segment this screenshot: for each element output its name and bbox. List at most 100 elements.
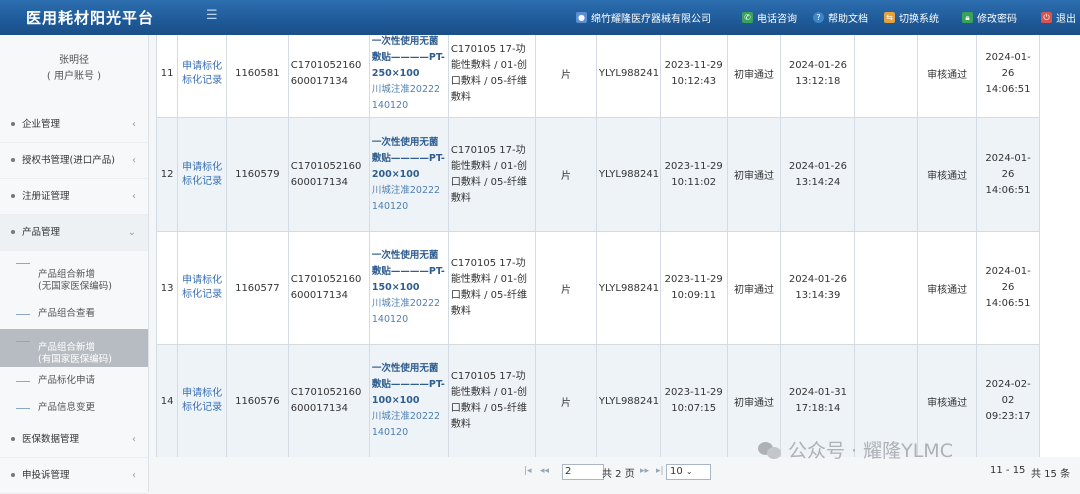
- review-time: 2024-01-26 14:06:51: [976, 35, 1040, 118]
- bullet-icon: [11, 122, 15, 126]
- row-number: 11: [156, 35, 179, 118]
- review-status: 审核通过: [917, 117, 978, 232]
- apply-standardize-link[interactable]: 申请标化标化记录: [177, 117, 227, 232]
- table-row: 11 申请标化标化记录 1160581 C1701052160600017134 一次性…: [156, 35, 1040, 118]
- table-row: 13 申请标化标化记录 1160577 C1701052160600017134 一次性…: [156, 231, 1040, 345]
- total-pages: 共 2 页: [602, 469, 635, 480]
- insurance-code: YLYL988241: [595, 231, 661, 345]
- watermark: 公众号 · 耀隆YLMC: [758, 436, 953, 463]
- user-name: 张明径: [59, 55, 89, 66]
- first-review-status: 初审通过: [726, 35, 782, 118]
- product-code: C1701052160600017134: [287, 117, 370, 232]
- page-number-input[interactable]: 2: [562, 464, 604, 480]
- registration-number: 川城注准20222140120: [371, 298, 441, 325]
- sidebar-subitem-info-change[interactable]: 产品信息变更: [0, 395, 148, 422]
- chevron-left-icon: ‹: [132, 470, 136, 481]
- product-id: 1160577: [225, 231, 289, 345]
- user-icon: ●: [576, 12, 587, 23]
- first-review-status: 初审通过: [726, 231, 782, 345]
- first-review-time: 2024-01-26 13:12:18: [780, 35, 856, 118]
- next-page-icon[interactable]: ▸▸: [640, 466, 649, 476]
- registration-number: 川城注准20222140120: [371, 83, 441, 111]
- submit-time: 2023-11-29 10:12:43: [659, 35, 728, 118]
- empty-cell: [854, 35, 919, 118]
- help-doc-link[interactable]: ? 帮助文档: [813, 10, 868, 25]
- chevron-down-icon: ⌄: [127, 227, 136, 238]
- product-name-cell: 一次性使用无菌敷贴————PT-150×100 川城注准20222140120: [368, 231, 449, 345]
- sidebar-item-authorization[interactable]: 授权书管理(进口产品) ‹: [0, 143, 148, 179]
- product-table: 11 申请标化标化记录 1160581 C1701052160600017134 一次性…: [156, 35, 1040, 457]
- chevron-left-icon: ‹: [132, 119, 136, 130]
- category: C170105 17-功能性敷料 / 01-创口敷料 / 05-纤维敷料: [447, 35, 537, 118]
- apply-standardize-link[interactable]: 申请标化标化记录: [177, 35, 227, 118]
- record-range: 11 - 15: [990, 465, 1026, 476]
- sidebar-item-complaints[interactable]: 申投诉管理 ‹: [0, 458, 148, 494]
- bullet-icon: [11, 437, 15, 441]
- page-size-select[interactable]: 10 ⌄: [666, 464, 711, 480]
- product-id: 1160579: [225, 117, 289, 232]
- switch-system-link[interactable]: ⇆ 切换系统: [884, 10, 939, 25]
- bullet-icon: [11, 473, 15, 477]
- chevron-left-icon: ‹: [132, 434, 136, 445]
- top-header: 医用耗材阳光平台 ☰ ● 绵竹耀隆医疗器械有限公司 ✆ 电话咨询 ? 帮助文档 …: [0, 0, 1080, 35]
- company-name: 绵竹耀隆医疗器械有限公司: [591, 14, 711, 25]
- sidebar-subitem-combo-add-no-code[interactable]: 产品组合新增 (无国家医保编码): [0, 251, 148, 299]
- review-status: 审核通过: [917, 35, 978, 118]
- product-id: 1160576: [225, 344, 289, 457]
- product-name-cell: 一次性使用无菌敷贴————PT-200×100 川城注准20222140120: [368, 117, 449, 232]
- unit: 片: [535, 231, 597, 345]
- insurance-code: YLYL988241: [595, 344, 661, 457]
- product-submenu: 产品组合新增 (无国家医保编码) 产品组合查看 产品组合新增 (有国家医保编码)…: [0, 251, 148, 422]
- apply-standardize-link[interactable]: 申请标化标化记录: [177, 344, 227, 457]
- logout-link[interactable]: ⏻ 退出: [1041, 10, 1076, 25]
- category: C170105 17-功能性敷料 / 01-创口敷料 / 05-纤维敷料: [447, 231, 537, 345]
- phone-icon: ✆: [742, 12, 753, 23]
- record-total: 共 15 条: [1031, 469, 1071, 480]
- product-name: 一次性使用无菌敷贴————PT-150×100: [371, 250, 445, 293]
- apply-standardize-link[interactable]: 申请标化标化记录: [177, 231, 227, 345]
- review-time: 2024-02-02 09:23:17: [976, 344, 1040, 457]
- app-title: 医用耗材阳光平台: [26, 9, 155, 27]
- chevron-down-icon: ⌄: [685, 467, 693, 476]
- product-code: C1701052160600017134: [287, 231, 370, 345]
- sidebar-item-insurance-data[interactable]: 医保数据管理 ‹: [0, 422, 148, 458]
- bullet-icon: [11, 194, 15, 198]
- category: C170105 17-功能性敷料 / 01-创口敷料 / 05-纤维敷料: [447, 117, 537, 232]
- sidebar-item-enterprise[interactable]: 企业管理 ‹: [0, 107, 148, 143]
- bullet-icon: [11, 158, 15, 162]
- product-id: 1160581: [225, 35, 289, 118]
- first-page-icon[interactable]: |◂: [524, 466, 532, 476]
- product-code: C1701052160600017134: [287, 35, 370, 118]
- change-password-link[interactable]: 🔒︎ 修改密码: [962, 10, 1017, 25]
- sidebar-subitem-combo-add-with-code[interactable]: 产品组合新增 (有国家医保编码): [0, 329, 148, 367]
- review-time: 2024-01-26 14:06:51: [976, 231, 1040, 345]
- row-number: 14: [156, 344, 179, 457]
- registration-number: 川城注准20222140120: [371, 184, 441, 212]
- last-page-icon[interactable]: ▸|: [656, 466, 664, 476]
- bullet-icon: [11, 230, 15, 234]
- company-link[interactable]: ● 绵竹耀隆医疗器械有限公司: [576, 10, 711, 25]
- review-status: 审核通过: [917, 231, 978, 345]
- product-name-cell: 一次性使用无菌敷贴————PT-250×100 川城注准20222140120: [368, 35, 449, 118]
- submit-time: 2023-11-29 10:07:15: [659, 344, 728, 457]
- sidebar-subitem-standardize-apply[interactable]: 产品标化申请: [0, 367, 148, 395]
- unit: 片: [535, 344, 597, 457]
- menu-icon[interactable]: ☰: [206, 8, 218, 23]
- logout-icon: ⏻: [1041, 12, 1052, 23]
- lock-icon: 🔒︎: [962, 12, 973, 23]
- sidebar-subitem-combo-view[interactable]: 产品组合查看: [0, 299, 148, 329]
- submit-time: 2023-11-29 10:09:11: [659, 231, 728, 345]
- product-code: C1701052160600017134: [287, 344, 370, 457]
- registration-number: 川城注准20222140120: [371, 411, 441, 438]
- category: C170105 17-功能性敷料 / 01-创口敷料 / 05-纤维敷料: [447, 344, 537, 457]
- chevron-left-icon: ‹: [132, 191, 136, 202]
- prev-page-icon[interactable]: ◂◂: [540, 466, 549, 476]
- sidebar-item-registration[interactable]: 注册证管理 ‹: [0, 179, 148, 215]
- phone-consult-link[interactable]: ✆ 电话咨询: [742, 10, 797, 25]
- unit: 片: [535, 117, 597, 232]
- product-table-container: 11 申请标化标化记录 1160581 C1701052160600017134 一次性…: [156, 35, 1080, 457]
- empty-cell: [854, 117, 919, 232]
- product-name: 一次性使用无菌敷贴————PT-100×100: [371, 363, 445, 406]
- user-info: 张明径 ( 用户账号 ): [0, 35, 148, 107]
- sidebar-item-product[interactable]: 产品管理 ⌄: [0, 215, 148, 251]
